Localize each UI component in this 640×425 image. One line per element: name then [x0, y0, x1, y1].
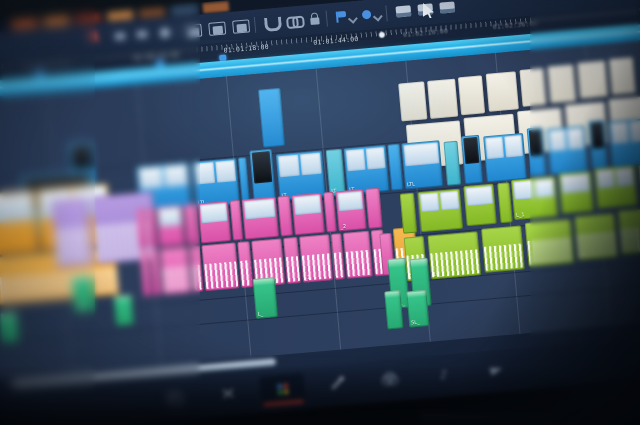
ruler-timecode: 01:02:10:00	[403, 27, 449, 39]
clip-thumbnail	[244, 199, 275, 220]
timeline-clip[interactable]: 1L_2	[428, 231, 482, 279]
clip-label: _2	[340, 224, 346, 230]
clip-thumbnail	[466, 186, 493, 206]
timeline-clip[interactable]: 5L_	[406, 290, 429, 328]
clip-thumbnail	[346, 149, 366, 171]
clip-label: L_1	[516, 212, 525, 219]
timeline-clip[interactable]: LTL	[401, 140, 443, 189]
timeline-clip[interactable]: _2	[299, 234, 333, 282]
timeline-clip[interactable]	[198, 201, 231, 243]
clip-thumbnail	[338, 191, 363, 211]
photo-of-laptop-screen: 01:00:26:0001:00:52:0001:01:18:0001:01:4…	[0, 0, 640, 425]
clip-thumbnail	[200, 203, 227, 223]
timeline-clip[interactable]: LT_	[326, 149, 346, 196]
clip-thumbnail	[440, 191, 460, 211]
flag-dropdown-icon[interactable]	[348, 14, 357, 23]
toolbar-separator	[254, 17, 256, 33]
timeline-clip[interactable]	[463, 184, 496, 226]
clip-thumbnail	[294, 195, 321, 215]
toolbar-separator	[326, 11, 328, 27]
clip-thumbnail-dark	[463, 137, 479, 165]
ruler-timecode: 01:01:44:00	[313, 35, 359, 47]
timeline-clip[interactable]	[258, 88, 285, 148]
linked-selection-icon[interactable]	[286, 16, 302, 27]
overwrite-clip-icon[interactable]	[208, 21, 226, 35]
clip-label: L_	[258, 311, 264, 317]
position-lock-icon[interactable]	[310, 17, 320, 25]
timeline-clip[interactable]	[398, 81, 427, 121]
clip-thumbnail	[278, 155, 300, 177]
timeline-clip[interactable]	[483, 133, 527, 182]
clip-label: _2	[305, 275, 311, 281]
flag-icon[interactable]	[336, 11, 347, 23]
timeline-clip[interactable]	[427, 79, 458, 119]
replace-clip-icon[interactable]	[232, 19, 250, 33]
timeline-clip[interactable]	[387, 144, 403, 191]
timeline-clip[interactable]	[418, 189, 463, 233]
timeline-clip[interactable]	[242, 197, 279, 240]
clip-label: LTL	[407, 182, 415, 189]
timeline-clip[interactable]: _2	[335, 189, 366, 231]
clip-label: 5L_	[411, 320, 420, 327]
timeline-clip[interactable]	[497, 182, 512, 223]
marker-dropdown-icon[interactable]	[373, 12, 382, 21]
timeline-view-option-icon[interactable]	[439, 1, 455, 13]
photo-blur-bottom	[0, 355, 640, 425]
clip-thumbnail-dark	[252, 151, 273, 183]
clip-thumbnail	[404, 142, 440, 166]
timeline-view-option-icon[interactable]	[395, 5, 411, 17]
timeline-clip[interactable]	[400, 193, 417, 234]
timeline-clip[interactable]	[292, 193, 325, 235]
clip-thumbnail	[485, 137, 504, 159]
toolbar-separator	[385, 5, 387, 21]
timeline-clip[interactable]	[343, 231, 373, 279]
timeline-clip[interactable]	[486, 71, 519, 111]
ruler-dot	[379, 32, 386, 39]
clip-label: 1L_2	[433, 271, 445, 278]
timeline-clip[interactable]: L_	[253, 277, 278, 319]
timeline-clip[interactable]	[384, 290, 403, 329]
snapping-icon[interactable]	[264, 17, 282, 32]
clip-thumbnail	[504, 135, 523, 157]
timeline-clip[interactable]: LT_	[344, 145, 390, 194]
clip-thumbnail	[215, 160, 236, 182]
clip-thumbnail	[300, 153, 322, 175]
ruler-timecode: 01:01:18:00	[223, 43, 269, 55]
clip-thumbnail	[420, 193, 440, 213]
timeline-clip[interactable]	[202, 242, 240, 291]
timeline-clip[interactable]	[481, 225, 525, 272]
marker-icon[interactable]	[362, 10, 372, 20]
timeline-clip[interactable]	[458, 75, 485, 115]
timeline-clip[interactable]	[238, 157, 250, 204]
clip-thumbnail	[366, 147, 386, 169]
